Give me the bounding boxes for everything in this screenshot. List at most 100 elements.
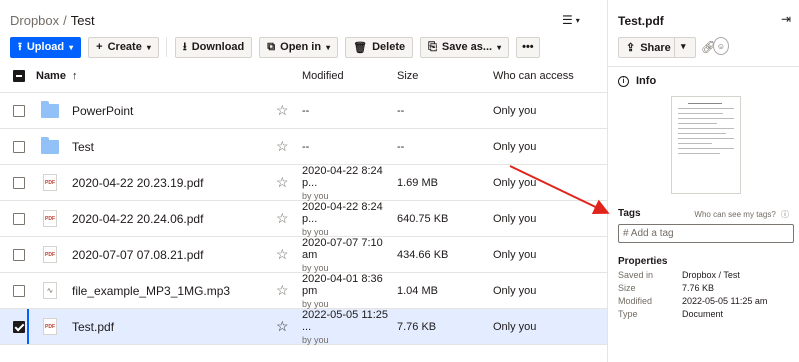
upload-label: Upload bbox=[26, 41, 65, 53]
pdf-file-icon: PDF bbox=[43, 174, 57, 191]
property-row: Type Document bbox=[618, 309, 723, 319]
details-panel: Test.pdf ⇥ ⇪ Share ▾ 🔗︎ ☺ i Info Tags Wh… bbox=[607, 0, 799, 362]
open-in-button[interactable]: ⧉ Open in ▾ bbox=[259, 36, 339, 58]
chevron-down-icon: ▾ bbox=[326, 42, 331, 52]
chevron-down-icon: ▾ bbox=[497, 42, 502, 52]
sort-up-icon: ↑ bbox=[71, 70, 78, 82]
table-row[interactable]: ∿ file_example_MP3_1MG.mp3 ☆ 2020-04-01 … bbox=[0, 273, 607, 309]
table-row[interactable]: PowerPoint ☆ -- -- Only you bbox=[0, 93, 607, 129]
table-row[interactable]: PDF Test.pdf ☆ 2022-05-05 11:25 ... by yo… bbox=[0, 309, 607, 345]
star-icon[interactable]: ☆ bbox=[276, 246, 302, 263]
table-body: PowerPoint ☆ -- -- Only you Test ☆ -- --… bbox=[0, 93, 607, 345]
file-name[interactable]: PowerPoint bbox=[72, 104, 133, 118]
modified-by: by you bbox=[302, 190, 329, 201]
chevron-down-icon: ▾ bbox=[575, 15, 580, 25]
property-value: Document bbox=[682, 309, 724, 319]
open-external-icon: ⧉ bbox=[267, 40, 276, 53]
download-button[interactable]: ⭳ Download bbox=[174, 36, 253, 58]
download-icon: ⭳ bbox=[182, 40, 187, 53]
property-value[interactable]: Dropbox / Test bbox=[682, 270, 740, 280]
file-preview-thumbnail[interactable] bbox=[671, 96, 741, 194]
trash-icon: 🗑︎ bbox=[353, 41, 368, 54]
add-tag-input[interactable]: # Add a tag bbox=[618, 224, 794, 243]
modified-date: -- bbox=[302, 104, 310, 117]
row-checkbox[interactable] bbox=[13, 212, 25, 225]
modified-date: 2022-05-05 11:25 ... bbox=[302, 308, 389, 333]
toolbar: ⭱ Upload ▾ + Create ▾ ⭳ Download ⧉ Open … bbox=[10, 36, 547, 58]
file-table: Name ↑ Modified Size Who can access Powe… bbox=[0, 60, 607, 345]
modified-date: -- bbox=[302, 140, 310, 153]
breadcrumb-current: Test bbox=[70, 13, 95, 28]
more-actions-button[interactable]: ••• bbox=[516, 36, 540, 58]
star-icon[interactable]: ☆ bbox=[276, 318, 302, 335]
info-section: i Info bbox=[618, 75, 656, 87]
pdf-file-icon: PDF bbox=[43, 210, 57, 227]
pdf-file-icon: PDF bbox=[43, 246, 57, 263]
file-name[interactable]: Test bbox=[72, 140, 94, 154]
breadcrumb-parent[interactable]: Dropbox bbox=[10, 13, 59, 28]
delete-button[interactable]: 🗑︎ Delete bbox=[345, 36, 414, 58]
row-checkbox[interactable] bbox=[13, 320, 25, 333]
plus-icon: + bbox=[96, 41, 103, 53]
download-label: Download bbox=[191, 41, 245, 53]
who-can-see-label: Who can see my tags? bbox=[694, 210, 776, 219]
help-icon: ⓘ bbox=[781, 210, 789, 219]
name-column-header[interactable]: Name ↑ bbox=[36, 70, 276, 82]
file-name[interactable]: 2020-04-22 20.23.19.pdf bbox=[72, 176, 203, 190]
access-level: Only you bbox=[493, 176, 537, 189]
file-size: -- bbox=[397, 104, 405, 117]
modified-column-header[interactable]: Modified bbox=[302, 70, 397, 82]
row-checkbox[interactable] bbox=[13, 140, 25, 153]
table-header: Name ↑ Modified Size Who can access bbox=[0, 60, 607, 93]
file-browser: Dropbox / Test ☰ ▾ ⭱ Upload ▾ + Create ▾ ⭳ … bbox=[0, 0, 607, 362]
file-name[interactable]: 2020-04-22 20.24.06.pdf bbox=[72, 212, 203, 226]
access-level: Only you bbox=[493, 248, 537, 261]
star-icon[interactable]: ☆ bbox=[276, 282, 302, 299]
table-row[interactable]: PDF 2020-04-22 20.23.19.pdf ☆ 2020-04-22… bbox=[0, 165, 607, 201]
who-can-see-tags-link[interactable]: Who can see my tags? ⓘ bbox=[694, 209, 789, 220]
file-size: 640.75 KB bbox=[397, 212, 449, 225]
chevron-down-icon: ▾ bbox=[146, 42, 151, 52]
properties-label: Properties bbox=[618, 256, 668, 267]
folder-icon bbox=[41, 100, 59, 118]
save-icon: ⎘ bbox=[428, 40, 437, 53]
tags-label: Tags bbox=[618, 208, 641, 219]
open-in-label: Open in bbox=[280, 41, 322, 53]
view-toggle-button[interactable]: ☰ ▾ bbox=[562, 13, 580, 27]
create-label: Create bbox=[107, 41, 142, 53]
star-icon[interactable]: ☆ bbox=[276, 102, 302, 119]
table-row[interactable]: PDF 2020-07-07 07.08.21.pdf ☆ 2020-07-07… bbox=[0, 237, 607, 273]
star-icon[interactable]: ☆ bbox=[276, 138, 302, 155]
panel-divider bbox=[608, 66, 799, 67]
avatar[interactable]: ☺ bbox=[713, 37, 729, 55]
chevron-down-icon: ▾ bbox=[69, 42, 74, 52]
star-icon[interactable]: ☆ bbox=[276, 210, 302, 227]
select-all-checkbox[interactable] bbox=[13, 70, 25, 82]
star-icon[interactable]: ☆ bbox=[276, 174, 302, 191]
property-value: 7.76 KB bbox=[682, 283, 715, 293]
table-row[interactable]: Test ☆ -- -- Only you bbox=[0, 129, 607, 165]
table-row[interactable]: PDF 2020-04-22 20.24.06.pdf ☆ 2020-04-22… bbox=[0, 201, 607, 237]
file-name[interactable]: 2020-07-07 07.08.21.pdf bbox=[72, 248, 203, 262]
audio-file-icon: ∿ bbox=[43, 282, 57, 299]
delete-label: Delete bbox=[372, 41, 406, 53]
share-button[interactable]: ⇪ Share ▾ bbox=[618, 37, 696, 58]
file-name[interactable]: file_example_MP3_1MG.mp3 bbox=[72, 284, 230, 298]
upload-button[interactable]: ⭱ Upload ▾ bbox=[10, 36, 82, 58]
save-as-button[interactable]: ⎘ Save as... ▾ bbox=[420, 36, 510, 58]
size-column-header[interactable]: Size bbox=[397, 70, 493, 82]
file-name[interactable]: Test.pdf bbox=[72, 320, 114, 334]
row-checkbox[interactable] bbox=[13, 176, 25, 189]
access-column-header[interactable]: Who can access bbox=[493, 70, 607, 82]
modified-by: by you bbox=[302, 334, 329, 345]
upload-icon: ⭱ bbox=[18, 40, 22, 53]
chevron-down-icon[interactable]: ▾ bbox=[681, 41, 686, 52]
row-checkbox[interactable] bbox=[13, 104, 25, 117]
create-button[interactable]: + Create ▾ bbox=[88, 36, 159, 58]
row-checkbox[interactable] bbox=[13, 284, 25, 297]
row-checkbox[interactable] bbox=[13, 248, 25, 261]
collapse-panel-icon[interactable]: ⇥ bbox=[781, 12, 791, 26]
modified-date: 2020-04-01 8:36 pm bbox=[302, 272, 383, 297]
file-size: 434.66 KB bbox=[397, 248, 449, 261]
file-size: -- bbox=[397, 140, 405, 153]
